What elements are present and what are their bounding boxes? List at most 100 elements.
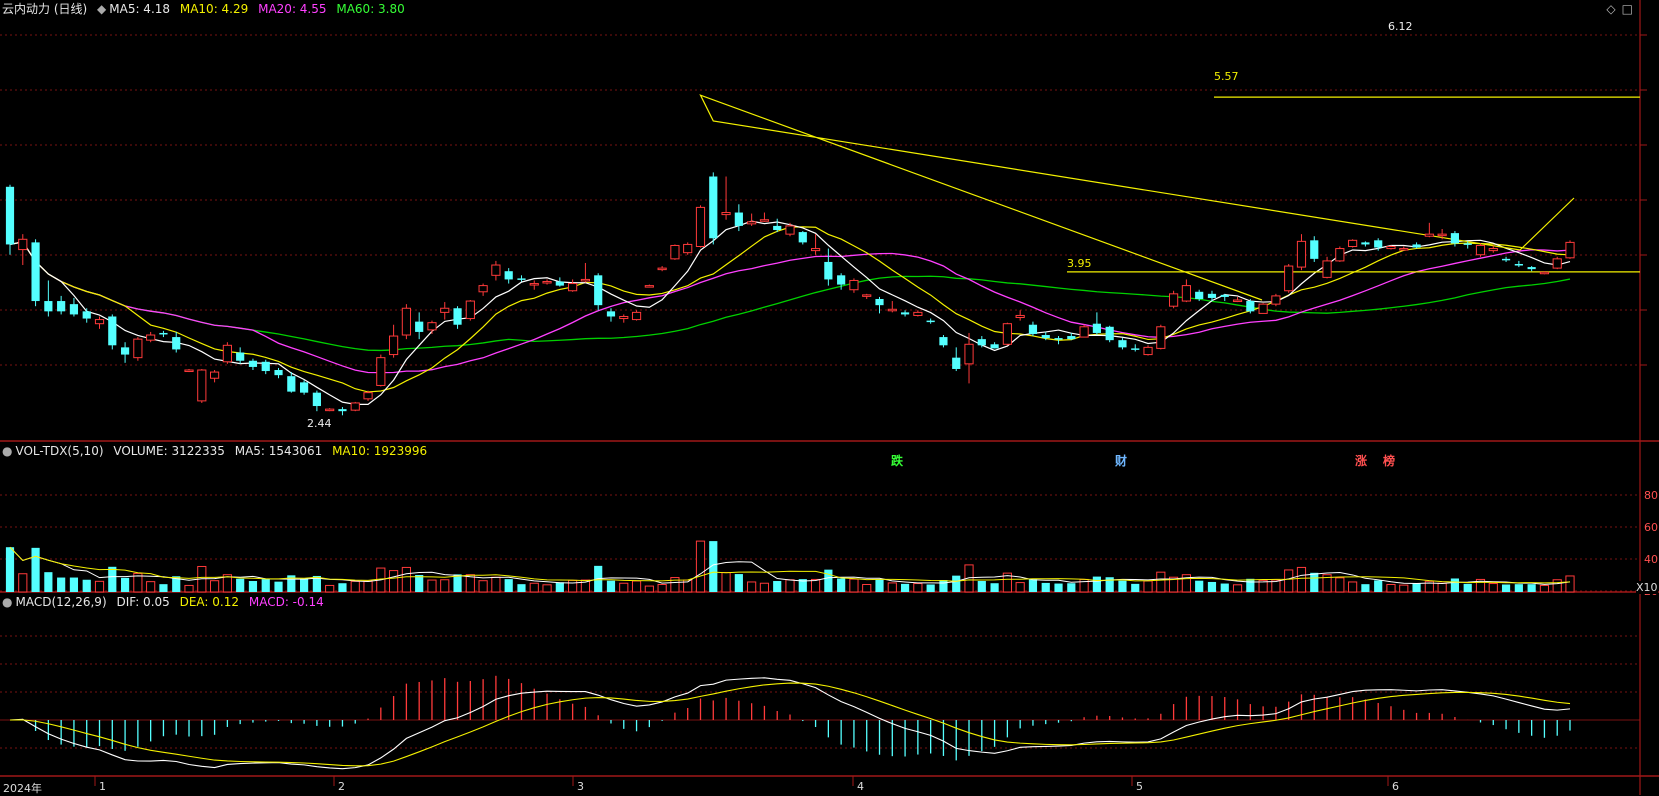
candle-body bbox=[172, 337, 181, 350]
candle-body bbox=[759, 219, 770, 222]
volume-bar bbox=[1463, 583, 1472, 592]
event-marker-bang[interactable]: 榜 bbox=[1383, 452, 1395, 469]
candle-body bbox=[350, 402, 360, 411]
x-tick-3: 3 bbox=[577, 780, 584, 793]
volume-bar bbox=[747, 581, 757, 593]
volume-bar bbox=[1054, 583, 1063, 592]
candle-body bbox=[1207, 293, 1217, 298]
candle-body bbox=[785, 225, 795, 235]
candle-body bbox=[427, 322, 437, 331]
volume-bar bbox=[325, 584, 335, 593]
candle-body bbox=[875, 298, 884, 306]
vol-unit-label: X10 bbox=[1636, 581, 1658, 594]
candle-body bbox=[1131, 348, 1140, 350]
volume-bar bbox=[1284, 569, 1294, 593]
x-tick-1: 1 bbox=[99, 780, 106, 793]
candle-body bbox=[709, 176, 718, 239]
volume-bar bbox=[363, 580, 373, 593]
candle-body bbox=[312, 392, 321, 407]
candle-body bbox=[1361, 242, 1370, 245]
volume-bar bbox=[1412, 583, 1421, 592]
candle-body bbox=[939, 337, 948, 346]
candle-body bbox=[44, 301, 53, 312]
volume-bar bbox=[1348, 581, 1358, 593]
candle-body bbox=[274, 370, 283, 376]
candle-body bbox=[57, 301, 66, 312]
x-tick-6: 6 bbox=[1392, 780, 1399, 793]
candle-body bbox=[1539, 271, 1550, 275]
candle-body bbox=[94, 319, 105, 325]
line-high-label: 5.57 bbox=[1214, 70, 1239, 83]
candle-body bbox=[1232, 299, 1243, 303]
candle-body bbox=[1143, 346, 1153, 356]
volume-bar bbox=[1386, 583, 1396, 593]
stock-chart-svg[interactable] bbox=[0, 0, 1659, 795]
volume-bar bbox=[542, 584, 552, 593]
candle-body bbox=[683, 243, 693, 254]
volume-bar bbox=[338, 583, 347, 592]
volume-bar bbox=[887, 582, 897, 593]
candle-body bbox=[990, 344, 999, 349]
low-price-label: 2.44 bbox=[307, 417, 332, 430]
event-marker-die[interactable]: 跌 bbox=[891, 452, 903, 469]
volume-bar bbox=[657, 583, 667, 593]
candle-body bbox=[1220, 294, 1229, 297]
candle-body bbox=[824, 261, 833, 280]
candle-body bbox=[415, 321, 424, 332]
volume-bar bbox=[44, 572, 53, 592]
candle-body bbox=[465, 300, 475, 320]
volume-bar bbox=[415, 575, 424, 592]
volume-bar bbox=[1565, 575, 1575, 593]
candle-body bbox=[1015, 314, 1025, 319]
volume-bar bbox=[1310, 572, 1319, 592]
candle-body bbox=[887, 308, 897, 312]
volume-bar bbox=[1374, 580, 1383, 592]
candle-body bbox=[1169, 293, 1179, 307]
candle-body bbox=[773, 225, 782, 231]
candle-body bbox=[1386, 245, 1396, 250]
candle-body bbox=[619, 315, 629, 320]
volume-bar bbox=[619, 582, 629, 593]
candle-body bbox=[1195, 291, 1204, 299]
candle-body bbox=[542, 280, 552, 284]
volume-bar bbox=[1156, 571, 1166, 593]
line-low-label: 3.95 bbox=[1067, 257, 1092, 270]
candle-body bbox=[1552, 258, 1562, 269]
volume-bar bbox=[1437, 582, 1447, 593]
volume-bar bbox=[389, 570, 399, 593]
candle-body bbox=[1348, 239, 1358, 247]
candle-body bbox=[1412, 244, 1421, 248]
candle-body bbox=[913, 311, 923, 316]
candle-body bbox=[1488, 248, 1498, 252]
candle-body bbox=[798, 232, 807, 243]
candle-body bbox=[721, 212, 731, 216]
event-marker-zhang[interactable]: 涨 bbox=[1355, 452, 1367, 469]
candle-body bbox=[1475, 244, 1486, 256]
volume-bar bbox=[453, 574, 462, 592]
candle-body bbox=[849, 279, 859, 291]
candle-body bbox=[1310, 240, 1319, 259]
candle-body bbox=[657, 267, 667, 271]
candle-body bbox=[1092, 323, 1101, 333]
candle-body bbox=[453, 308, 462, 325]
candle-body bbox=[529, 283, 539, 286]
volume-bar bbox=[274, 581, 283, 592]
candle-body bbox=[631, 311, 642, 321]
volume-bar bbox=[1015, 582, 1025, 593]
volume-bar bbox=[1143, 580, 1153, 593]
volume-bar bbox=[1246, 578, 1255, 592]
volume-bar bbox=[504, 579, 513, 592]
candle-body bbox=[287, 376, 296, 392]
volume-bar bbox=[1092, 576, 1101, 592]
volume-bar bbox=[1539, 584, 1550, 593]
candle-body bbox=[606, 311, 616, 317]
candle-body bbox=[1105, 326, 1114, 341]
candle-body bbox=[300, 382, 309, 393]
candle-body bbox=[261, 361, 270, 372]
event-marker-cai[interactable]: 财 bbox=[1115, 452, 1127, 469]
volume-bar bbox=[5, 547, 15, 592]
volume-bar bbox=[159, 584, 168, 592]
volume-bar bbox=[721, 571, 731, 593]
x-tick-2: 2 bbox=[338, 780, 345, 793]
candle-body bbox=[1399, 248, 1409, 251]
